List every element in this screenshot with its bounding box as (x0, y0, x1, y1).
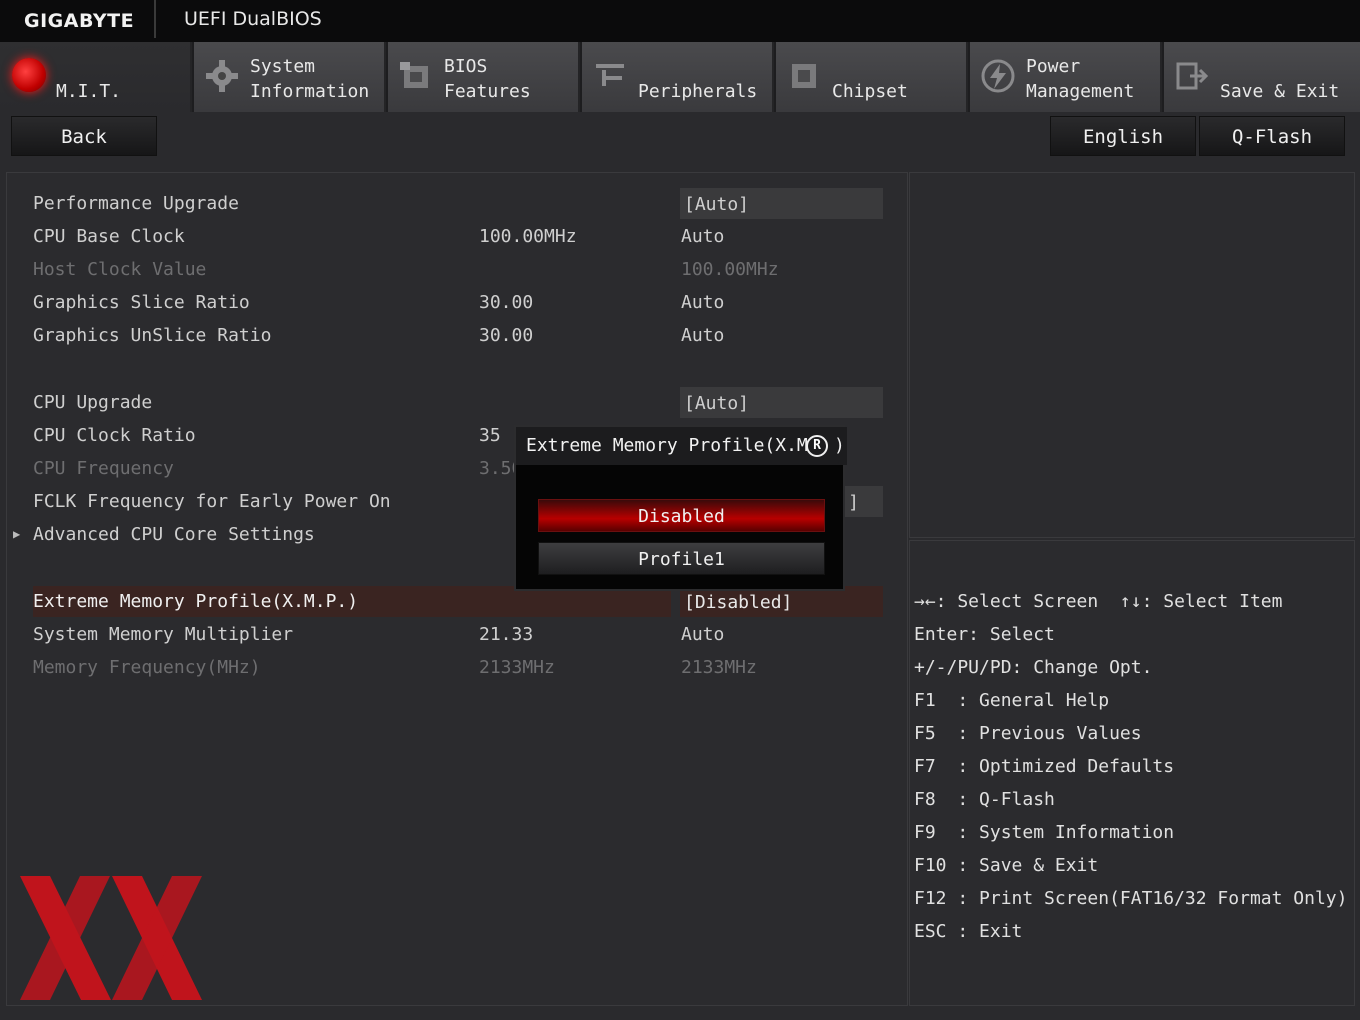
help-line: F5 : Previous Values (914, 723, 1142, 744)
help-line: F8 : Q-Flash (914, 789, 1055, 810)
option-disabled[interactable]: Disabled (538, 499, 825, 532)
brand-bar: GIGABYTE UEFI DualBIOS (0, 0, 1360, 42)
setting-label: Graphics UnSlice Ratio (33, 325, 272, 346)
setting-label: CPU Base Clock (33, 226, 185, 247)
setting-value[interactable]: Auto (681, 220, 724, 253)
product-title: UEFI DualBIOS (184, 8, 322, 30)
setting-row-host-clock-value: Host Clock Value 100.00MHz (7, 253, 907, 286)
setting-row-cpu-base-clock[interactable]: CPU Base Clock 100.00MHz Auto (7, 220, 907, 253)
setting-value[interactable]: Auto (681, 319, 724, 352)
bios-chip-icon (400, 62, 428, 88)
tab-label: BIOS Features (444, 56, 531, 102)
setting-value: 2133MHz (681, 657, 757, 678)
setting-row-graphics-slice-ratio[interactable]: Graphics Slice Ratio 30.00 Auto (7, 286, 907, 319)
chipset-icon (792, 64, 816, 88)
setting-current: 30.00 (479, 325, 534, 346)
setting-value[interactable]: Auto (681, 286, 724, 319)
gear-icon (206, 60, 238, 92)
main-tabs: M.I.T. System Information BIOS Features … (0, 42, 1360, 112)
tab-system-information[interactable]: System Information (194, 42, 386, 112)
tab-label: System Information (250, 56, 370, 102)
setting-current: 100.00MHz (479, 226, 577, 247)
tab-label: Peripherals (638, 81, 758, 102)
setting-value[interactable]: Auto (681, 618, 724, 651)
tab-label: Save & Exit (1220, 81, 1340, 102)
setting-row-cpu-upgrade[interactable]: CPU Upgrade [Auto] (7, 386, 907, 419)
help-line: F7 : Optimized Defaults (914, 756, 1175, 777)
setting-label: CPU Clock Ratio (33, 425, 196, 446)
peripherals-icon (596, 64, 624, 86)
setting-row-memory-frequency: Memory Frequency(MHz) 2133MHz 2133MHz (7, 651, 907, 684)
tab-power-management[interactable]: Power Management (970, 42, 1162, 112)
qflash-button[interactable]: Q-Flash (1199, 116, 1345, 156)
setting-label: FCLK Frequency for Early Power On (33, 491, 391, 512)
exit-door-icon (1176, 62, 1209, 90)
mit-red-orb-icon (12, 58, 46, 92)
brand-divider (154, 0, 156, 38)
setting-row-system-memory-multiplier[interactable]: System Memory Multiplier 21.33 Auto (7, 618, 907, 651)
setting-label: Extreme Memory Profile(X.M.P.) (33, 591, 359, 612)
setting-label: CPU Upgrade (33, 392, 153, 413)
description-panel (909, 172, 1355, 538)
back-button[interactable]: Back (11, 116, 157, 156)
tab-mit[interactable]: M.I.T. (0, 42, 192, 112)
help-line: F12 : Print Screen(FAT16/32 Format Only) (914, 888, 1348, 909)
setting-label: Performance Upgrade (33, 193, 239, 214)
setting-current: 21.33 (479, 624, 534, 645)
setting-current: 35 (479, 425, 501, 446)
setting-label: CPU Frequency (33, 458, 174, 479)
setting-row-graphics-unslice-ratio[interactable]: Graphics UnSlice Ratio 30.00 Auto (7, 319, 907, 352)
tab-label: Chipset (832, 81, 908, 102)
setting-label: Graphics Slice Ratio (33, 292, 250, 313)
language-button[interactable]: English (1050, 116, 1196, 156)
setting-value-box[interactable]: [Auto] (680, 387, 883, 418)
setting-label: Advanced CPU Core Settings (33, 524, 315, 545)
setting-current: 30.00 (479, 292, 534, 313)
tab-peripherals[interactable]: Peripherals (582, 42, 774, 112)
option-profile1[interactable]: Profile1 (538, 542, 825, 575)
brand-logo: GIGABYTE (24, 10, 135, 32)
setting-value-box[interactable]: [Auto] (680, 188, 883, 219)
help-line: +/-/PU/PD: Change Opt. (914, 657, 1153, 678)
help-line: F10 : Save & Exit (914, 855, 1099, 876)
popup-title-end: ) (834, 435, 845, 456)
tab-bios-features[interactable]: BIOS Features (388, 42, 580, 112)
setting-value: 100.00MHz (681, 259, 779, 280)
help-line: F1 : General Help (914, 690, 1110, 711)
tab-chipset[interactable]: Chipset (776, 42, 968, 112)
tab-label: M.I.T. (56, 81, 122, 102)
setting-row-performance-upgrade[interactable]: Performance Upgrade [Auto] (7, 187, 907, 220)
help-line: Enter: Select (914, 624, 1055, 645)
submenu-arrow-icon: ▶ (13, 527, 21, 541)
setting-current: 2133MHz (479, 657, 555, 678)
setting-label: Memory Frequency(MHz) (33, 657, 261, 678)
xx-logo-icon (20, 876, 202, 1000)
help-line: ESC : Exit (914, 921, 1023, 942)
setting-label: Host Clock Value (33, 259, 207, 280)
setting-label: System Memory Multiplier (33, 624, 294, 645)
registered-mark-icon: R (806, 435, 828, 457)
help-line: F9 : System Information (914, 822, 1175, 843)
xmp-options-popup: Extreme Memory Profile(X.M R ) Disabled … (514, 425, 847, 591)
popup-title: Extreme Memory Profile(X.M (516, 427, 847, 465)
tab-label: Power Management (1026, 56, 1135, 102)
power-bolt-icon (981, 59, 1015, 93)
help-line: →←: Select Screen ↑↓: Select Item (914, 591, 1283, 612)
tab-save-exit[interactable]: Save & Exit (1164, 42, 1360, 112)
